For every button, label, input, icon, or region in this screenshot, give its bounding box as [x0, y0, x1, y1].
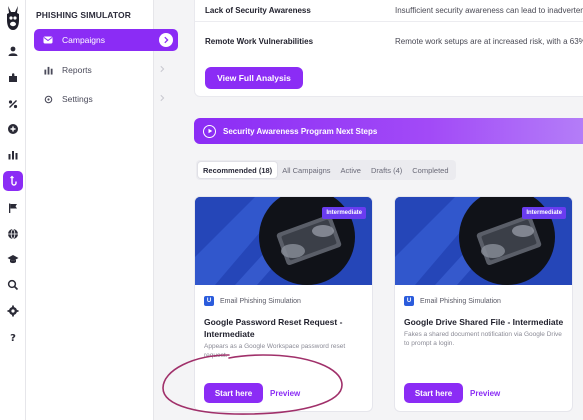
card-image: Intermediate	[195, 197, 372, 285]
vulnerability-description: Remote work setups are at increased risk…	[395, 36, 583, 46]
plus-circle-icon[interactable]	[5, 121, 21, 137]
bar-chart-icon[interactable]	[5, 147, 21, 163]
tab-all-campaigns[interactable]: All Campaigns	[277, 162, 335, 178]
campaign-card[interactable]: Intermediate U Email Phishing Simulation…	[394, 196, 573, 412]
sidebar-item-label: Settings	[62, 94, 93, 104]
start-here-button[interactable]: Start here	[204, 383, 263, 403]
secondary-sidebar: PHISHING SIMULATOR Campaigns Reports Set…	[26, 0, 178, 420]
campaign-tabs: Recommended (18) All Campaigns Active Dr…	[196, 160, 456, 180]
campaign-title: Google Drive Shared File - Intermediate	[404, 317, 564, 327]
vulnerability-name: Lack of Security Awareness	[205, 5, 311, 15]
sidebar-item-label: Reports	[62, 65, 92, 75]
preview-link[interactable]: Preview	[270, 383, 300, 403]
vulnerability-description: Insufficient security awareness can lead…	[395, 5, 583, 15]
user-icon[interactable]	[5, 43, 21, 59]
search-icon[interactable]	[5, 277, 21, 293]
gear-icon[interactable]	[5, 303, 21, 319]
divider	[195, 21, 583, 22]
campaign-type-label: Email Phishing Simulation	[420, 297, 501, 305]
vulnerability-row: Remote Work Vulnerabilities Remote work …	[205, 30, 583, 52]
sidebar-item-label: Campaigns	[62, 35, 105, 45]
tab-recommended[interactable]: Recommended (18)	[198, 162, 278, 178]
banner-label: Security Awareness Program Next Steps	[223, 126, 378, 136]
phishing-hook-icon[interactable]	[3, 171, 23, 191]
graduation-icon[interactable]	[5, 251, 21, 267]
card-image: Intermediate	[395, 197, 572, 285]
next-steps-banner[interactable]: Security Awareness Program Next Steps	[194, 118, 583, 144]
icon-rail: ?	[0, 0, 26, 420]
llama-logo-icon[interactable]	[3, 4, 23, 32]
main-content: Lack of Security Awareness Insufficient …	[154, 0, 583, 420]
percent-icon[interactable]	[5, 96, 21, 112]
email-simulation-icon: U	[404, 296, 414, 306]
bar-chart-icon	[43, 65, 53, 75]
mail-icon	[43, 35, 53, 45]
svg-text:?: ?	[10, 333, 16, 343]
campaign-description: Appears as a Google Workspace password r…	[204, 343, 346, 359]
vulnerability-name: Remote Work Vulnerabilities	[205, 36, 314, 46]
puzzle-icon[interactable]	[5, 70, 21, 86]
start-here-button[interactable]: Start here	[404, 383, 463, 403]
tab-drafts[interactable]: Drafts (4)	[366, 162, 407, 178]
flag-icon[interactable]	[5, 200, 21, 216]
tab-active[interactable]: Active	[336, 162, 366, 178]
campaign-title: Google Password Reset Request - Intermed…	[204, 317, 343, 339]
vulnerability-analysis-card: Lack of Security Awareness Insufficient …	[194, 0, 583, 97]
campaign-type-label: Email Phishing Simulation	[220, 297, 301, 305]
vulnerability-row: Lack of Security Awareness Insufficient …	[205, 0, 583, 21]
preview-link[interactable]: Preview	[470, 383, 500, 403]
campaign-type: U Email Phishing Simulation	[204, 296, 301, 306]
help-icon[interactable]: ?	[5, 329, 21, 345]
campaign-card[interactable]: Intermediate U Email Phishing Simulation…	[194, 196, 373, 412]
difficulty-badge: Intermediate	[522, 207, 566, 219]
sidebar-title: PHISHING SIMULATOR	[36, 10, 131, 20]
globe-icon[interactable]	[5, 226, 21, 242]
campaign-type: U Email Phishing Simulation	[404, 296, 501, 306]
email-simulation-icon: U	[204, 296, 214, 306]
tab-completed[interactable]: Completed	[407, 162, 453, 178]
campaign-description: Fakes a shared document notification via…	[404, 331, 562, 347]
gear-icon	[43, 94, 53, 104]
play-circle-icon	[203, 124, 216, 138]
difficulty-badge: Intermediate	[322, 207, 366, 219]
view-full-analysis-button[interactable]: View Full Analysis	[205, 67, 303, 89]
